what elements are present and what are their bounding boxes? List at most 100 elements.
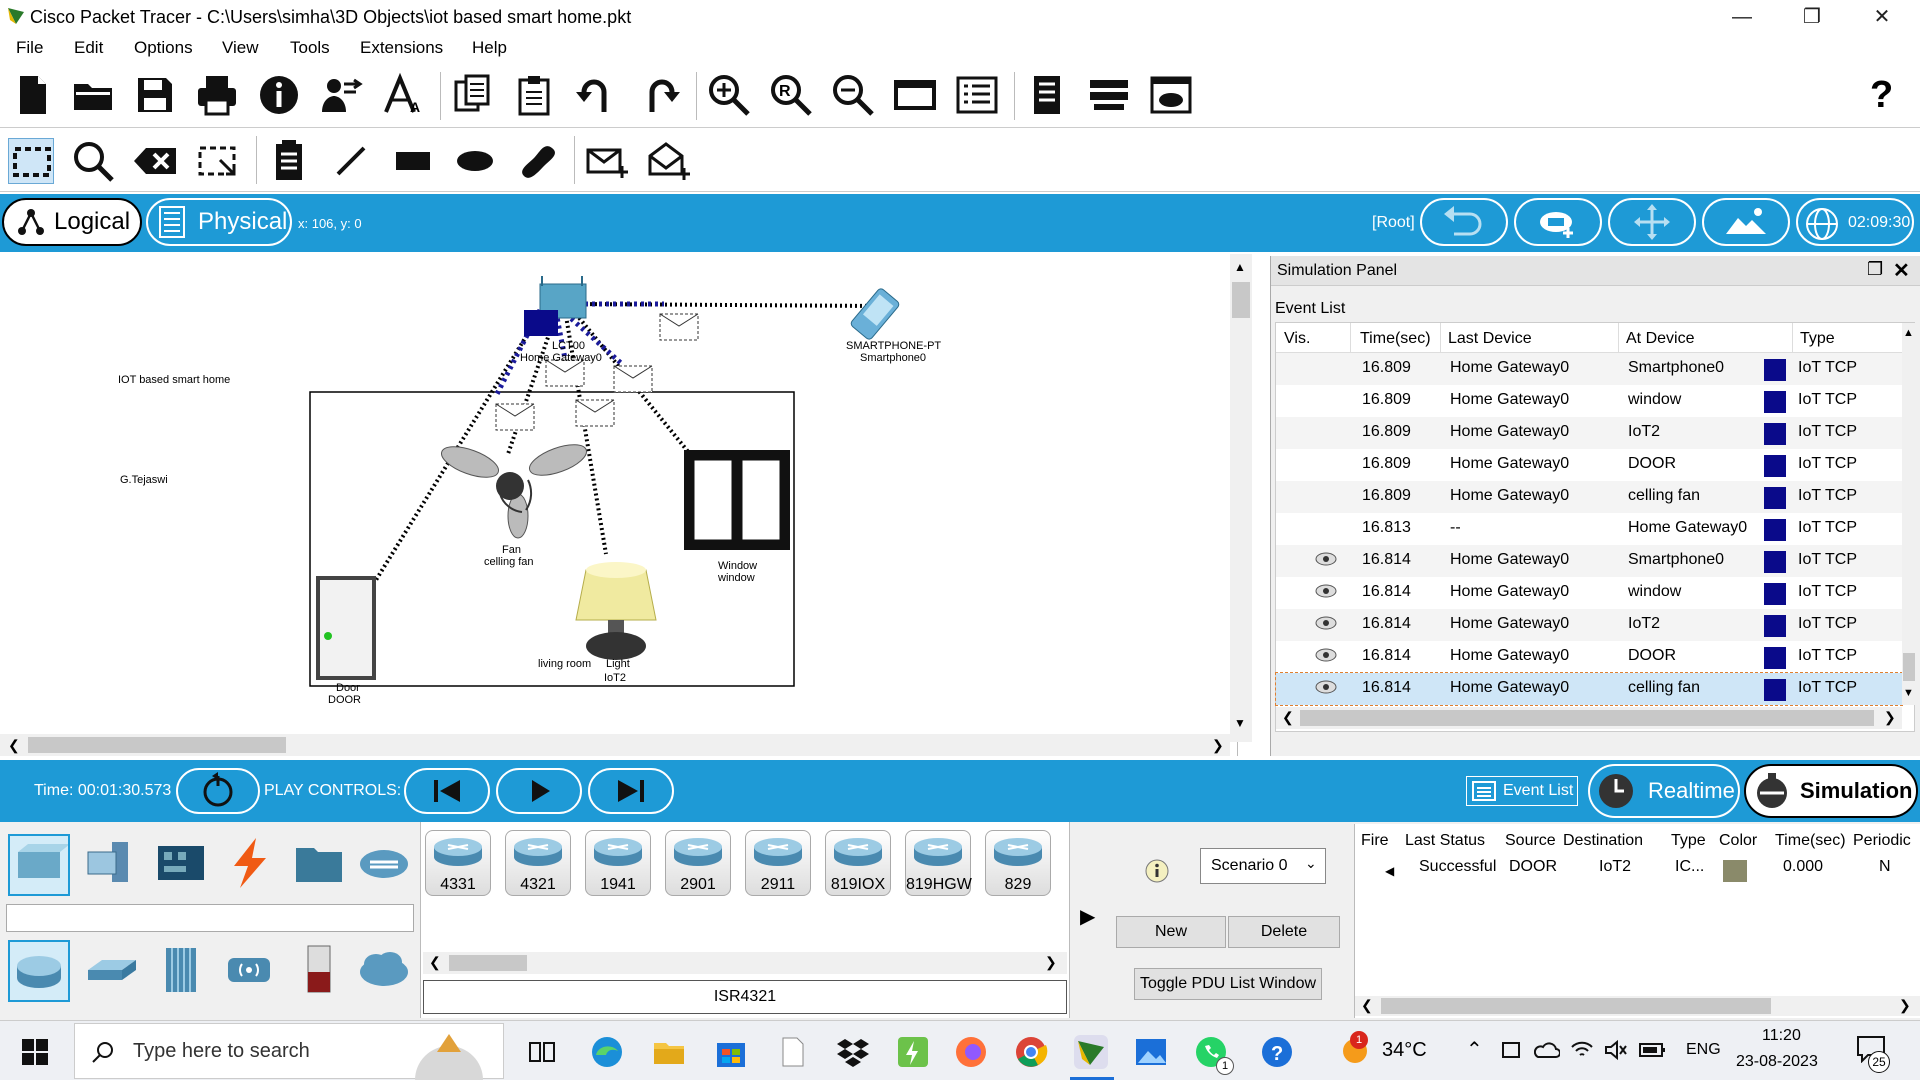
scenario-select[interactable]: Scenario 0 ⌄: [1200, 848, 1326, 884]
simulation-mode-button[interactable]: Simulation: [1744, 764, 1918, 818]
event-row[interactable]: 16.814 Home Gateway0 Smartphone0 IoT TCP: [1276, 545, 1902, 577]
scroll-right-icon[interactable]: ❯: [1212, 737, 1224, 754]
show-hidden-icons-icon[interactable]: ⌃: [1466, 1037, 1483, 1062]
power-automate-icon[interactable]: [896, 1035, 930, 1069]
workspace-vertical-scrollbar[interactable]: ▲ ▼: [1230, 254, 1252, 742]
packet-visible-eye-icon[interactable]: [1314, 677, 1338, 702]
event-hscroll-thumb[interactable]: [1300, 710, 1874, 726]
zoom-reset-icon[interactable]: R: [768, 72, 814, 118]
event-scroll-left-icon[interactable]: ❮: [1282, 709, 1294, 726]
packet-visible-eye-icon[interactable]: [1314, 581, 1338, 606]
fire-indicator-icon[interactable]: ◀: [1385, 864, 1394, 878]
copy-icon[interactable]: [450, 72, 496, 118]
event-list-vscroll[interactable]: ▲ ▼: [1902, 323, 1916, 705]
router-model-2901[interactable]: 2901: [665, 830, 731, 896]
logical-tab[interactable]: Logical: [2, 198, 142, 246]
info-icon[interactable]: [256, 72, 302, 118]
router-model-2911[interactable]: 2911: [745, 830, 811, 896]
photos-icon[interactable]: [1134, 1035, 1168, 1069]
step-forward-button[interactable]: [588, 768, 674, 814]
place-note-icon[interactable]: [266, 138, 312, 184]
connections-category-icon[interactable]: [220, 834, 282, 896]
onedrive-icon[interactable]: [1534, 1039, 1560, 1061]
scenario-info-icon[interactable]: [1144, 858, 1170, 884]
draw-ellipse-icon[interactable]: [452, 138, 498, 184]
model-list-hscroll[interactable]: ❮ ❯: [423, 952, 1067, 974]
wireless-subcategory-icon[interactable]: [220, 940, 282, 1002]
event-scroll-up-icon[interactable]: ▲: [1903, 327, 1914, 339]
packet-visible-eye-icon[interactable]: [1314, 645, 1338, 670]
menu-extensions[interactable]: Extensions: [360, 38, 443, 58]
hubs-subcategory-icon[interactable]: [152, 940, 214, 1002]
blank-document-icon[interactable]: [776, 1035, 810, 1069]
undo-icon[interactable]: [574, 72, 620, 118]
chrome-icon[interactable]: [1014, 1035, 1048, 1069]
task-view-icon[interactable]: [526, 1035, 560, 1069]
delete-icon[interactable]: [132, 138, 178, 184]
event-list-hscroll[interactable]: ❮ ❯: [1276, 707, 1902, 729]
open-folder-icon[interactable]: [70, 72, 116, 118]
multiuser-category-icon[interactable]: [354, 834, 416, 896]
volume-muted-icon[interactable]: [1604, 1039, 1628, 1061]
event-row[interactable]: 16.809 Home Gateway0 Smartphone0 IoT TCP: [1276, 353, 1902, 385]
switches-subcategory-icon[interactable]: [82, 940, 144, 1002]
end-devices-category-icon[interactable]: [82, 834, 144, 896]
custom-device-dialog-icon[interactable]: [954, 72, 1000, 118]
minimize-button[interactable]: —: [1722, 4, 1762, 30]
power-cycle-button[interactable]: [176, 768, 260, 814]
event-scroll-right-icon[interactable]: ❯: [1884, 709, 1896, 726]
system-time[interactable]: 11:20: [1762, 1027, 1801, 1045]
event-scroll-thumb[interactable]: [1903, 653, 1915, 681]
location-icon[interactable]: [1500, 1039, 1522, 1061]
pdu-list-hscroll[interactable]: ❮ ❯: [1355, 996, 1920, 1016]
event-row[interactable]: 16.809 Home Gateway0 IoT2 IoT TCP: [1276, 417, 1902, 449]
pdu-col-periodic[interactable]: Periodic: [1853, 832, 1911, 850]
security-subcategory-icon[interactable]: [290, 940, 352, 1002]
input-language[interactable]: ENG: [1686, 1041, 1721, 1059]
scroll-up-icon[interactable]: ▲: [1234, 260, 1246, 274]
pdu-col-color[interactable]: Color: [1719, 832, 1757, 850]
back-button[interactable]: [1420, 198, 1508, 246]
draw-line-icon[interactable]: [328, 138, 374, 184]
packet-tracer-taskbar-icon[interactable]: [1074, 1035, 1108, 1069]
redo-icon[interactable]: [636, 72, 682, 118]
event-row[interactable]: 16.814 Home Gateway0 window IoT TCP: [1276, 577, 1902, 609]
windows-start-icon[interactable]: [22, 1039, 48, 1065]
pdu-scroll-thumb[interactable]: [1381, 998, 1771, 1014]
pdu-col-last-status[interactable]: Last Status: [1405, 832, 1485, 850]
menu-edit[interactable]: Edit: [74, 38, 103, 58]
menu-file[interactable]: File: [16, 38, 43, 58]
misc-category-icon[interactable]: [290, 834, 352, 896]
packet-visible-eye-icon[interactable]: [1314, 613, 1338, 638]
router-model-819iox[interactable]: 819IOX: [825, 830, 891, 896]
pdu-col-time[interactable]: Time(sec): [1775, 832, 1846, 850]
menu-view[interactable]: View: [222, 38, 259, 58]
col-time[interactable]: Time(sec): [1360, 330, 1431, 348]
add-simple-pdu-icon[interactable]: [584, 138, 630, 184]
freeform-draw-icon[interactable]: [514, 138, 560, 184]
pdu-scroll-right-icon[interactable]: ❯: [1899, 997, 1911, 1014]
event-row[interactable]: 16.813 -- Home Gateway0 IoT TCP: [1276, 513, 1902, 545]
event-scroll-down-icon[interactable]: ▼: [1903, 687, 1914, 699]
pdu-scroll-left-icon[interactable]: ❮: [1361, 997, 1373, 1014]
vertical-scroll-thumb[interactable]: [1232, 282, 1250, 318]
col-at-device[interactable]: At Device: [1626, 330, 1694, 348]
activity-wizard-icon[interactable]: A: [380, 72, 426, 118]
select-tool-icon[interactable]: [8, 138, 54, 184]
background-image-button[interactable]: [1702, 198, 1790, 246]
drawing-palette-icon[interactable]: [892, 72, 938, 118]
step-back-button[interactable]: [404, 768, 490, 814]
print-icon[interactable]: [194, 72, 240, 118]
workspace-horizontal-scrollbar[interactable]: ❮ ❯: [0, 734, 1230, 756]
router-model-829[interactable]: 829: [985, 830, 1051, 896]
router-model-4331[interactable]: 4331: [425, 830, 491, 896]
undock-icon[interactable]: ❐: [1867, 259, 1883, 280]
menu-help[interactable]: Help: [472, 38, 507, 58]
expand-panel-icon[interactable]: ▶: [1080, 904, 1095, 929]
toggle-pdu-list-button[interactable]: Toggle PDU List Window: [1134, 968, 1322, 1000]
components-category-icon[interactable]: [152, 834, 214, 896]
new-file-icon[interactable]: [10, 72, 56, 118]
event-list-toggle[interactable]: Event List: [1466, 776, 1578, 806]
close-button[interactable]: ✕: [1862, 4, 1902, 30]
zoom-in-icon[interactable]: [706, 72, 752, 118]
